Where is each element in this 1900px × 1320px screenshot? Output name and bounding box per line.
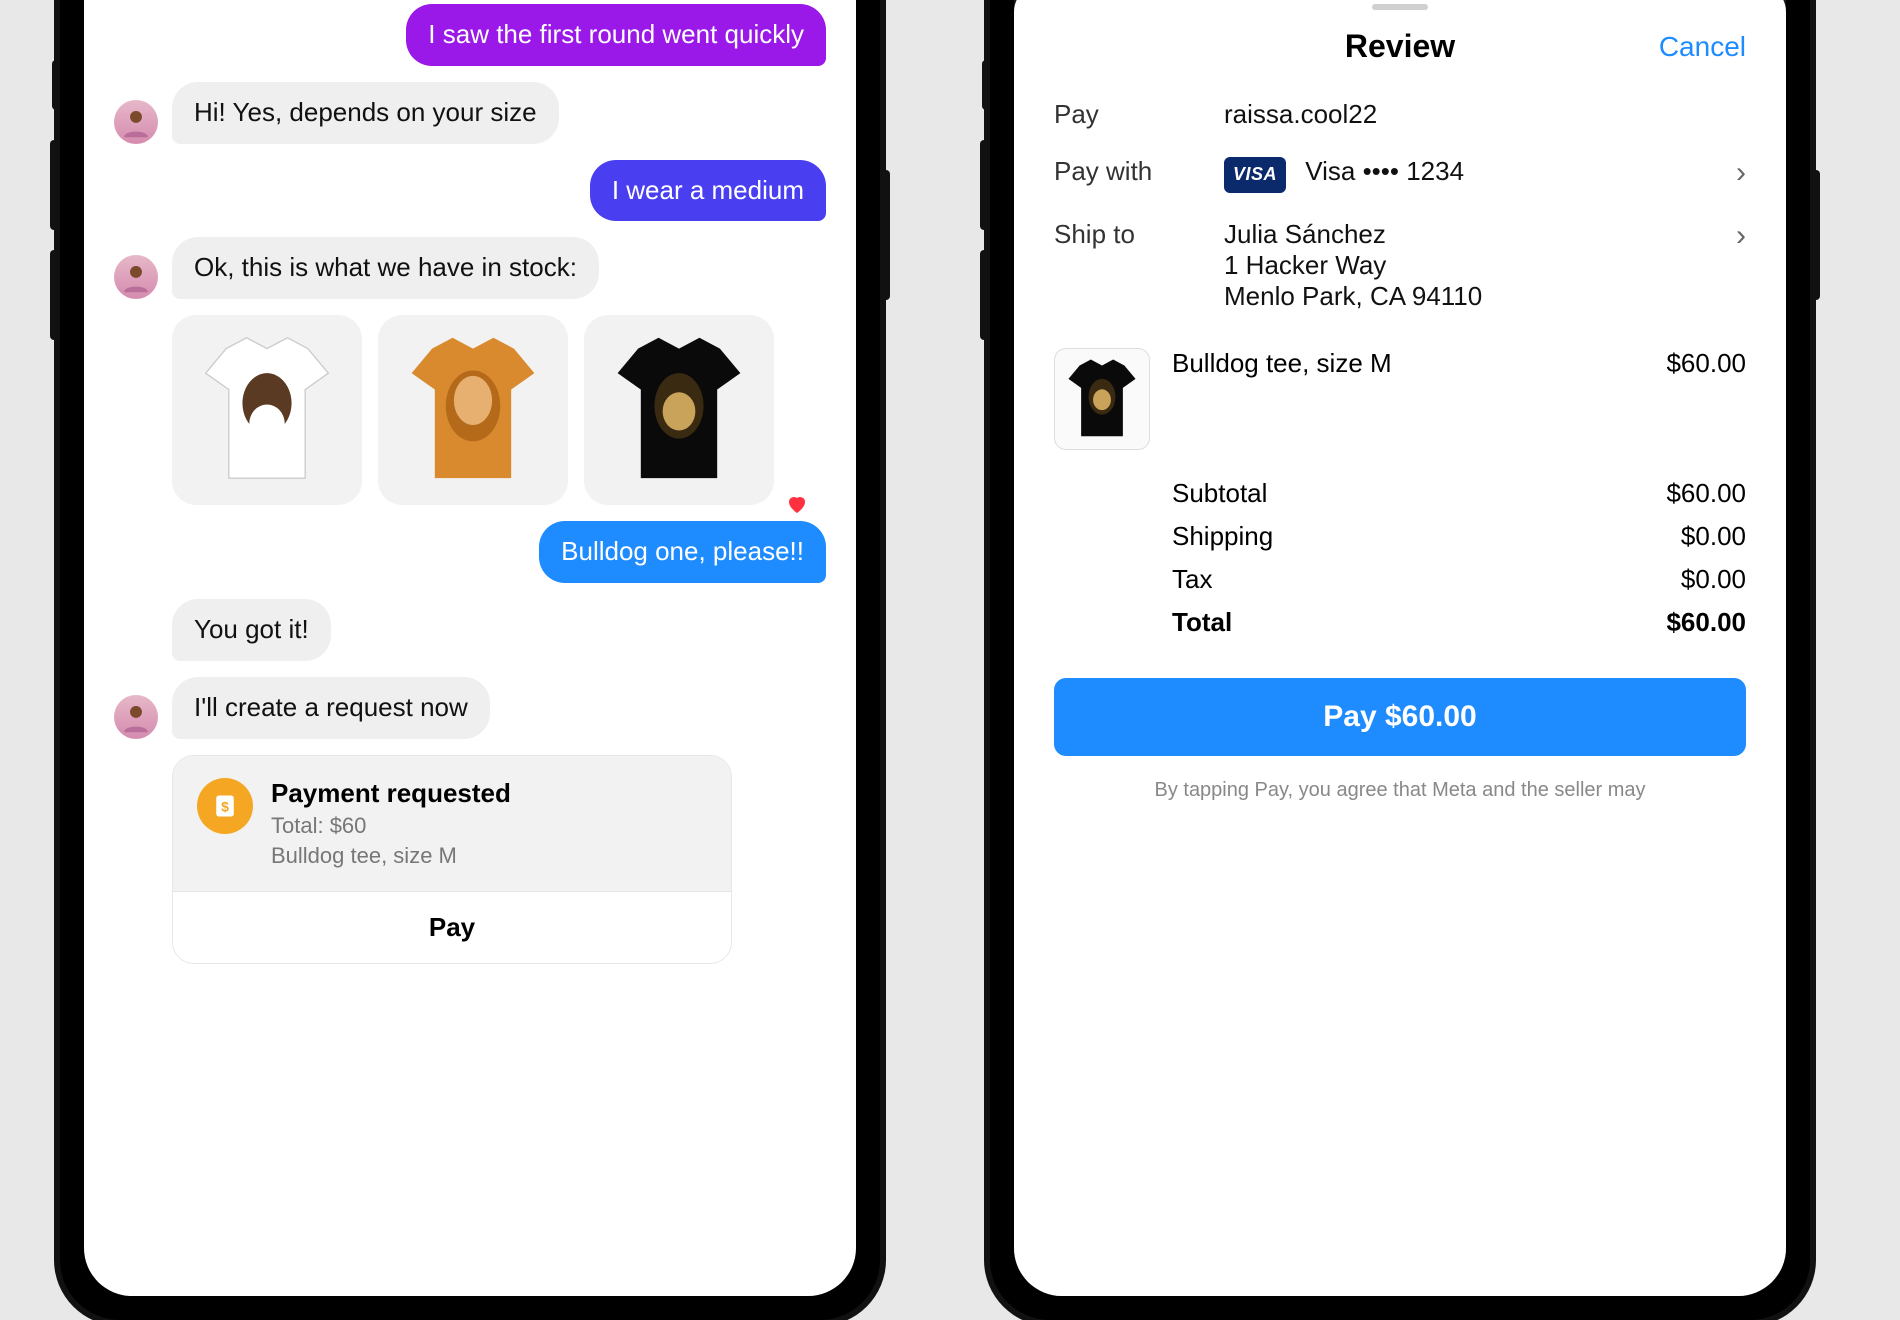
avatar-icon [114,255,158,299]
subtotal-value: $60.00 [1666,478,1746,509]
pay-with-row[interactable]: Pay with VISA Visa •••• 1234 › [1054,156,1746,193]
item-name: Bulldog tee, size M [1172,348,1392,379]
pay-to-row: Pay raissa.cool22 [1054,99,1746,130]
ship-name: Julia Sánchez [1224,219,1696,250]
item-price: $60.00 [1666,348,1746,379]
total-label: Total [1172,607,1232,638]
product-card[interactable] [584,315,774,505]
payment-request-desc: Bulldog tee, size M [271,843,511,869]
phone-frame-left: I saw the first round went quickly Hi! Y… [60,0,880,1320]
ship-address-line2: Menlo Park, CA 94110 [1224,281,1696,312]
message-out: I wear a medium [114,160,826,222]
pay-with-label: Pay with [1054,156,1214,187]
heart-reaction-icon[interactable] [782,489,812,519]
message-bubble: Hi! Yes, depends on your size [172,82,559,144]
shipping-value: $0.00 [1681,521,1746,552]
phone-side-button [982,60,990,110]
avatar-icon [114,695,158,739]
message-out: Bulldog one, please!! [114,521,826,583]
message-bubble: I wear a medium [590,160,826,222]
phone-side-button [880,170,890,300]
message-in: Hi! Yes, depends on your size [114,82,826,144]
phone-side-button [50,140,60,230]
line-item-row: Bulldog tee, size M $60.00 [1054,348,1746,450]
sheet-title: Review [1345,28,1455,65]
message-bubble: I'll create a request now [172,677,490,739]
ship-to-row[interactable]: Ship to Julia Sánchez 1 Hacker Way Menlo… [1054,219,1746,312]
sheet-grabber[interactable] [1372,4,1428,10]
shipping-label: Shipping [1172,521,1273,552]
phone-side-button [1810,170,1820,300]
message-bubble: Bulldog one, please!! [539,521,826,583]
phone-frame-right: I saw first round went quick Review Canc… [990,0,1810,1320]
phone-side-button [980,140,990,230]
tax-value: $0.00 [1681,564,1746,595]
pay-to-label: Pay [1054,99,1214,130]
review-sheet: Review Cancel Pay raissa.cool22 Pay with… [1014,0,1786,1296]
ship-address-line1: 1 Hacker Way [1224,250,1696,281]
visa-badge-icon: VISA [1224,157,1286,193]
avatar-icon [114,100,158,144]
payment-request-icon: $ [197,778,253,834]
pay-to-value: raissa.cool22 [1224,99,1696,130]
payment-request-card: $ Payment requested Total: $60 Bulldog t… [172,755,732,964]
pay-confirm-button[interactable]: Pay $60.00 [1054,678,1746,756]
disclaimer-text: By tapping Pay, you agree that Meta and … [1054,776,1746,804]
message-in: Ok, this is what we have in stock: [114,237,826,299]
phone-side-button [50,250,60,340]
message-out: I saw the first round went quickly [114,4,826,66]
review-screen: I saw first round went quick Review Canc… [1014,0,1786,1296]
cancel-button[interactable]: Cancel [1455,31,1746,63]
pay-button[interactable]: Pay [173,891,731,963]
chevron-right-icon: › [1706,156,1746,190]
phone-side-button [52,60,60,110]
item-thumbnail [1054,348,1150,450]
message-bubble: You got it! [172,599,331,661]
total-value: $60.00 [1666,607,1746,638]
svg-text:$: $ [221,798,229,814]
phone-side-button [980,250,990,340]
tshirt-icon [1064,358,1140,440]
chat-screen: I saw the first round went quickly Hi! Y… [84,0,856,1296]
payment-request-title: Payment requested [271,778,511,809]
tshirt-icon [609,335,749,485]
product-card[interactable] [172,315,362,505]
tshirt-icon [403,335,543,485]
message-bubble: Ok, this is what we have in stock: [172,237,599,299]
message-in: You got it! [114,599,826,661]
subtotal-label: Subtotal [1172,478,1267,509]
totals-section: Subtotal $60.00 Shipping $0.00 Tax $0.00 To… [1172,478,1746,638]
message-in: I'll create a request now [114,677,826,739]
tax-label: Tax [1172,564,1212,595]
tshirt-icon [197,335,337,485]
ship-to-label: Ship to [1054,219,1214,250]
product-card[interactable] [378,315,568,505]
chevron-right-icon: › [1706,219,1746,253]
pay-with-value: Visa •••• 1234 [1305,156,1464,186]
payment-request-total: Total: $60 [271,813,511,839]
message-bubble: I saw the first round went quickly [406,4,826,66]
product-carousel [172,315,826,505]
